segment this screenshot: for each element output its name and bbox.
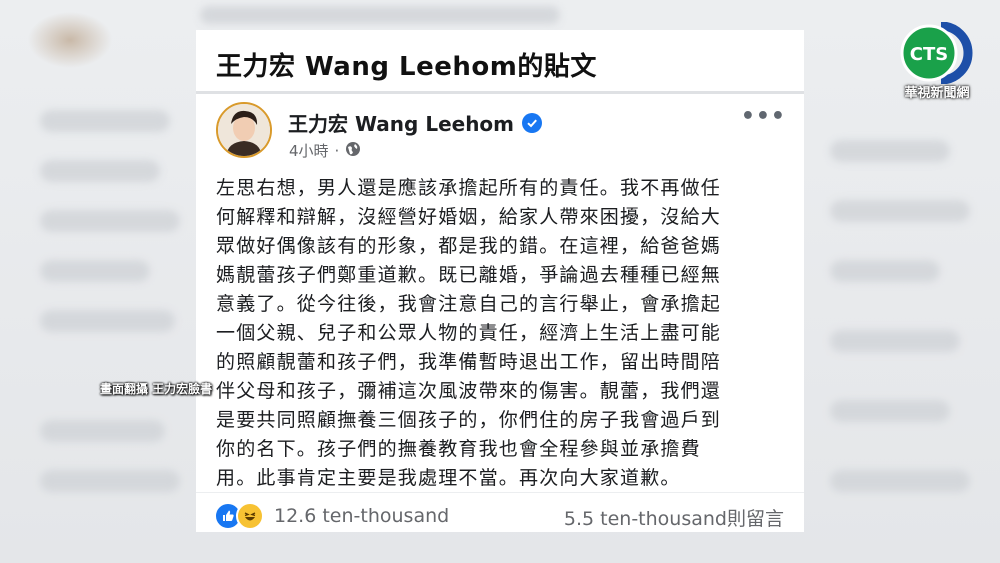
blurred-text-line — [40, 420, 165, 442]
avatar[interactable] — [216, 102, 272, 158]
blurred-text-line — [830, 140, 950, 162]
reactions-count[interactable]: 12.6 ten-thousand — [274, 505, 449, 527]
avatar-portrait-icon — [218, 104, 270, 156]
blurred-text-line — [830, 260, 940, 282]
globe-icon — [345, 141, 361, 161]
cts-logo-text: CTS — [910, 44, 948, 65]
verified-badge-icon — [522, 112, 543, 133]
image-source-caption: 畫面翻攝 王力宏臉書 — [100, 382, 213, 396]
cts-logo-icon: CTS — [900, 21, 973, 85]
blurred-text-line — [830, 200, 970, 222]
post-time[interactable]: 4小時 — [289, 140, 329, 161]
reaction-icons — [214, 502, 264, 530]
facebook-post-card: 王力宏 Wang Leehom的貼文 王力宏 Wang Leehom 4小時 ·… — [196, 30, 804, 532]
comments-count[interactable]: 5.5 ten-thousand則留言 — [564, 504, 784, 531]
more-options-icon[interactable]: ••• — [741, 104, 786, 129]
divider — [196, 91, 804, 94]
reactions-summary[interactable]: 12.6 ten-thousand — [214, 502, 449, 530]
haha-reaction-icon — [236, 502, 264, 530]
post-meta: 4小時 · — [289, 140, 361, 161]
blurred-text-line — [830, 330, 960, 352]
meta-separator: · — [334, 141, 340, 160]
blurred-text-line — [40, 470, 180, 492]
blurred-text-line — [830, 400, 950, 422]
post-author[interactable]: 王力宏 Wang Leehom — [288, 108, 543, 137]
blurred-text-line — [830, 470, 970, 492]
blurred-text-line — [40, 210, 180, 232]
blurred-text-line — [40, 260, 150, 282]
footer-divider — [196, 492, 804, 493]
card-title: 王力宏 Wang Leehom的貼文 — [216, 52, 597, 82]
blurred-text-line — [40, 310, 175, 332]
author-name[interactable]: 王力宏 Wang Leehom — [288, 108, 514, 137]
blurred-text-line — [200, 6, 560, 24]
blurred-text-line — [40, 110, 170, 132]
blurred-text-line — [40, 160, 160, 182]
post-body: 左思右想，男人還是應該承擔起所有的責任。我不再做任 何解釋和辯解，沒經營好婚姻，… — [216, 177, 722, 489]
cts-logo-subtitle: 華視新聞網 — [904, 86, 970, 101]
